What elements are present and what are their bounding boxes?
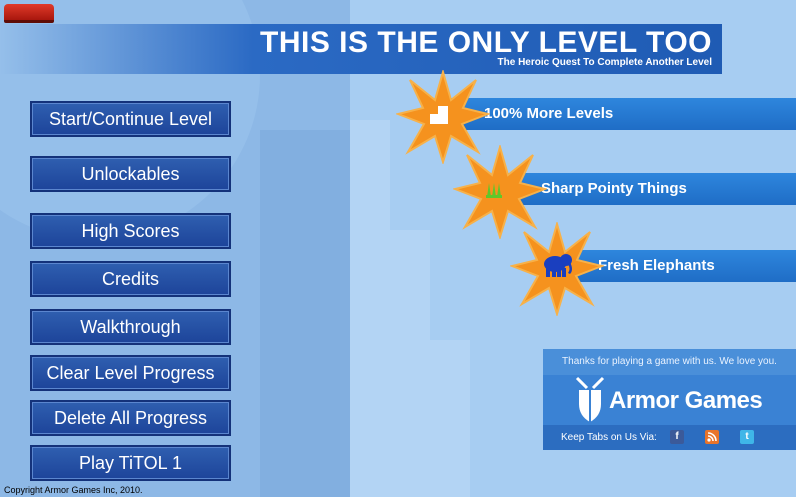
high-scores-button[interactable]: High Scores (30, 213, 231, 249)
armor-games-shield-icon (575, 376, 605, 422)
game-stage: THIS IS THE ONLY LEVEL TOO The Heroic Qu… (0, 0, 796, 497)
feature-label: 100% More Levels (484, 105, 614, 122)
start-continue-level-button[interactable]: Start/Continue Level (30, 101, 231, 137)
facebook-icon[interactable]: f (670, 430, 684, 444)
game-subtitle: The Heroic Quest To Complete Another Lev… (497, 57, 712, 68)
background-step (300, 240, 350, 497)
background-stair (390, 230, 430, 497)
feature-label: Fresh Elephants (598, 257, 715, 274)
rss-icon[interactable] (705, 430, 719, 444)
sponsor-logo-area[interactable]: Armor Games (543, 375, 796, 425)
sponsor-thanks: Thanks for playing a game with us. We lo… (543, 349, 796, 375)
sponsor-panel[interactable]: Thanks for playing a game with us. We lo… (543, 349, 796, 450)
credits-button[interactable]: Credits (30, 261, 231, 297)
copyright-text: Copyright Armor Games Inc, 2010. (4, 485, 143, 495)
twitter-icon[interactable]: t (740, 430, 754, 444)
game-title: THIS IS THE ONLY LEVEL TOO (260, 26, 712, 59)
title-banner: THIS IS THE ONLY LEVEL TOO The Heroic Qu… (0, 24, 722, 74)
walkthrough-button[interactable]: Walkthrough (30, 309, 231, 345)
background-stair (350, 120, 390, 497)
unlockables-button[interactable]: Unlockables (30, 156, 231, 192)
delete-all-progress-button[interactable]: Delete All Progress (30, 400, 231, 436)
red-button[interactable] (4, 4, 54, 23)
feature-label: Sharp Pointy Things (541, 180, 687, 197)
star-burst-icon (510, 222, 604, 316)
play-titol-1-button[interactable]: Play TiTOL 1 (30, 445, 231, 481)
sponsor-social-bar: Keep Tabs on Us Via: f t (543, 425, 796, 450)
armor-games-logo: Armor Games (609, 387, 763, 414)
feature-more-levels[interactable]: 100% More Levels (440, 98, 796, 130)
clear-level-progress-button[interactable]: Clear Level Progress (30, 355, 231, 391)
background-stair (430, 340, 470, 497)
keep-tabs-label: Keep Tabs on Us Via: (561, 432, 657, 443)
